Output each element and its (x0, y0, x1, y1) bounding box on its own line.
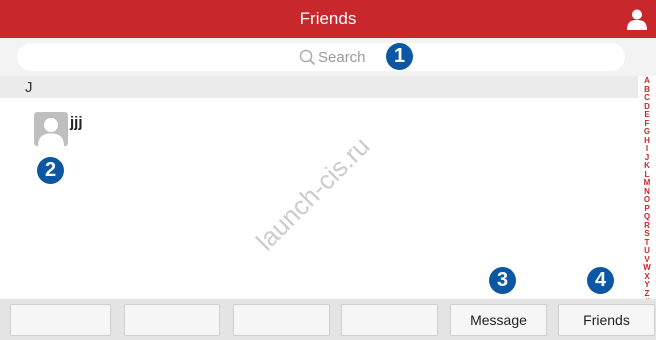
bottom-toolbar: Message Friends (0, 299, 656, 340)
toolbar-button-4[interactable] (341, 304, 438, 336)
page-title: Friends (299, 9, 357, 28)
toolbar-button-3[interactable] (233, 304, 330, 336)
callout-badge-4: 4 (587, 267, 614, 294)
search-area: Search (0, 38, 656, 76)
friends-button[interactable]: Friends (558, 304, 655, 336)
alphabet-index[interactable]: ABCDEFGHIJKLMNOPQRSTUVWXYZ# (640, 76, 654, 305)
callout-badge-3: 3 (489, 267, 516, 294)
callout-badge-2: 2 (37, 157, 64, 184)
toolbar-button-1[interactable] (10, 304, 111, 336)
search-icon (299, 49, 316, 66)
message-button[interactable]: Message (450, 304, 547, 336)
section-letter: J (25, 79, 33, 96)
friend-name: jjj (70, 114, 83, 131)
friend-list-item[interactable]: jjj (0, 98, 638, 158)
callout-badge-1: 1 (386, 43, 413, 70)
avatar (34, 112, 68, 146)
title-bar: Friends (0, 0, 656, 38)
section-header-j: J (0, 76, 638, 98)
person-icon (38, 118, 64, 146)
toolbar-button-2[interactable] (124, 304, 220, 336)
user-icon[interactable] (626, 8, 648, 30)
search-input[interactable]: Search (17, 43, 625, 71)
search-placeholder: Search (318, 48, 366, 66)
search-placeholder-wrap: Search (299, 48, 366, 66)
